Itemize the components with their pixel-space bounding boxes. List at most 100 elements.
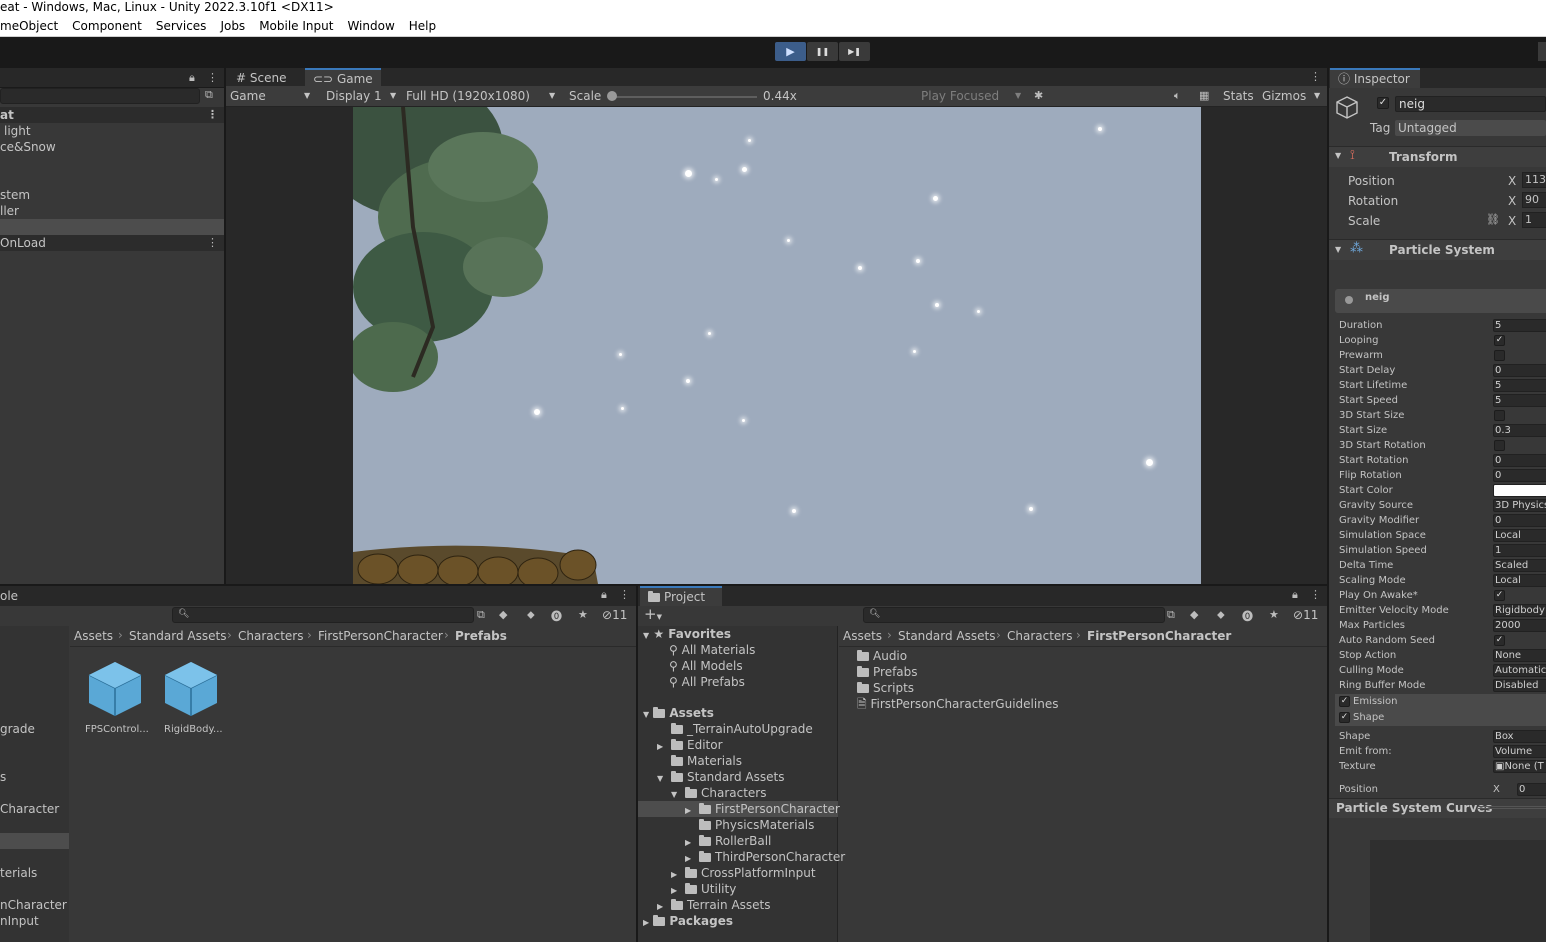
tab-scene[interactable]: # Scene: [228, 68, 294, 88]
prefab-asset-fpscontroller[interactable]: [87, 660, 143, 718]
active-checkbox[interactable]: ✓: [1377, 97, 1389, 109]
favorite-item[interactable]: ⚲ All Models: [669, 658, 743, 674]
warning-icon[interactable]: ⓿: [551, 608, 562, 624]
menu-item[interactable]: Component: [72, 19, 142, 33]
property-value[interactable]: 0: [1493, 469, 1546, 482]
favorite-item[interactable]: ⚲ All Prefabs: [669, 674, 745, 690]
hierarchy-item[interactable]: light: [4, 123, 31, 139]
folder-item[interactable]: Audio: [857, 648, 907, 664]
hidden-count[interactable]: ⊘11: [602, 607, 627, 623]
audio-icon[interactable]: 🔈︎: [1174, 89, 1181, 103]
foldout-arrow-icon[interactable]: ▼: [1335, 245, 1341, 254]
scale-x-field[interactable]: 1: [1522, 212, 1546, 228]
property-value[interactable]: 2000: [1493, 619, 1546, 632]
emission-checkbox[interactable]: ✓: [1339, 696, 1350, 707]
property-value[interactable]: Automatic: [1493, 664, 1546, 677]
curves-graph[interactable]: [1370, 840, 1546, 942]
filter-type-icon[interactable]: ◆: [1190, 608, 1198, 621]
lock-icon[interactable]: 🔒︎: [601, 588, 607, 602]
breadcrumb-current[interactable]: Prefabs: [455, 628, 507, 644]
link-icon[interactable]: ⛓︎: [1486, 213, 1500, 226]
resolution-dropdown[interactable]: Full HD (1920x1080) ▼: [406, 88, 558, 104]
display-dropdown[interactable]: Display 1 ▼: [326, 88, 398, 104]
star-icon[interactable]: ★: [578, 608, 588, 621]
project-tree-item[interactable]: ▶ CrossPlatformInput: [638, 865, 838, 881]
shape-type-dropdown[interactable]: Box: [1493, 730, 1546, 743]
filter-scene-icon[interactable]: ⧉: [1167, 608, 1175, 622]
grid-icon[interactable]: ▦: [1199, 89, 1209, 102]
emit-from-dropdown[interactable]: Volume: [1493, 745, 1546, 758]
hierarchy-dontdestroy-row[interactable]: OnLoad ⋮: [0, 235, 224, 251]
property-value[interactable]: None: [1493, 649, 1546, 662]
property-checkbox[interactable]: [1494, 350, 1505, 361]
position-x-field[interactable]: 113: [1522, 172, 1546, 188]
property-value[interactable]: 0: [1493, 514, 1546, 527]
project-tree-item[interactable]: ▶ RollerBall: [638, 833, 838, 849]
star-icon[interactable]: ★: [1269, 608, 1279, 621]
property-value[interactable]: Local: [1493, 529, 1546, 542]
project-tree-item[interactable]: ▶ Utility: [638, 881, 838, 897]
texture-field[interactable]: ▣None (T: [1493, 760, 1546, 773]
breadcrumb-item[interactable]: Standard Assets: [129, 628, 226, 644]
tab-inspector[interactable]: ⓘ Inspector: [1330, 68, 1420, 88]
menu-item[interactable]: Mobile Input: [259, 19, 333, 33]
label-icon[interactable]: ⬥: [1217, 608, 1225, 622]
breadcrumb-item[interactable]: FirstPersonCharacter: [318, 628, 443, 644]
property-checkbox[interactable]: ✓: [1494, 590, 1505, 601]
menu-item[interactable]: Help: [409, 19, 436, 33]
bug-icon[interactable]: ✱: [1034, 89, 1043, 102]
breadcrumb-item[interactable]: Standard Assets: [898, 628, 995, 644]
project-tree-item[interactable]: ▶ Terrain Assets: [638, 897, 838, 913]
breadcrumb-item[interactable]: Assets: [74, 628, 113, 644]
file-item[interactable]: 🗎︎ FirstPersonCharacterGuidelines: [857, 696, 1058, 712]
breadcrumb-item[interactable]: Characters: [238, 628, 304, 644]
menu-item[interactable]: Jobs: [220, 19, 245, 33]
more-icon[interactable]: ⋮: [207, 235, 218, 251]
color-swatch[interactable]: [1493, 484, 1546, 497]
tree-item[interactable]: nCharacter: [0, 897, 67, 913]
assets-root[interactable]: ▼ Assets: [643, 705, 714, 721]
property-checkbox[interactable]: ✓: [1494, 335, 1505, 346]
property-value[interactable]: 3D Physics: [1493, 499, 1546, 512]
tab-game[interactable]: ⊂⊃ Game: [305, 68, 381, 88]
property-value[interactable]: 0: [1493, 364, 1546, 377]
tab-project[interactable]: Project: [640, 586, 722, 606]
breadcrumb-current[interactable]: FirstPersonCharacter: [1087, 628, 1231, 644]
property-value[interactable]: 5: [1493, 379, 1546, 392]
step-button[interactable]: ▶❚: [839, 42, 870, 61]
more-icon[interactable]: ⋮: [207, 71, 218, 84]
tree-item-selected[interactable]: [0, 833, 69, 849]
filter-scene-icon[interactable]: ⧉: [477, 608, 485, 622]
hierarchy-scene-row[interactable]: at ⋮: [0, 107, 224, 123]
more-icon[interactable]: ⋮: [619, 588, 630, 601]
tree-item[interactable]: nInput: [0, 913, 39, 929]
tree-item[interactable]: grade: [0, 721, 35, 737]
project-tree-item[interactable]: ▼ Characters: [638, 785, 838, 801]
game-viewport[interactable]: [353, 107, 1201, 584]
property-value[interactable]: 5: [1493, 394, 1546, 407]
tree-item[interactable]: s: [0, 769, 6, 785]
scene-search-icon[interactable]: ⧉: [205, 88, 213, 102]
folder-item[interactable]: Scripts: [857, 680, 914, 696]
prefab-asset-rigidbody[interactable]: [163, 660, 219, 718]
shape-position-x-field[interactable]: 0: [1517, 783, 1546, 796]
shape-checkbox[interactable]: ✓: [1339, 712, 1350, 723]
more-icon[interactable]: ⋮: [1310, 588, 1321, 601]
tree-item[interactable]: Character: [0, 801, 59, 817]
folder-item[interactable]: Prefabs: [857, 664, 918, 680]
menu-item[interactable]: meObject: [0, 19, 58, 33]
menu-item[interactable]: Window: [347, 19, 394, 33]
label-icon[interactable]: ⬥: [527, 608, 535, 622]
project-tree-item[interactable]: ▶ ThirdPersonCharacter: [638, 849, 845, 865]
lock-icon[interactable]: 🔒︎: [1292, 588, 1298, 602]
property-checkbox[interactable]: ✓: [1494, 635, 1505, 646]
foldout-arrow-icon[interactable]: ▼: [1335, 151, 1341, 160]
property-checkbox[interactable]: [1494, 410, 1505, 421]
hierarchy-search[interactable]: [0, 88, 200, 104]
gizmos-dropdown[interactable]: Gizmos ▼: [1262, 88, 1326, 104]
favorite-item[interactable]: ⚲ All Materials: [669, 642, 755, 658]
property-value[interactable]: Scaled: [1493, 559, 1546, 572]
breadcrumb-item[interactable]: Assets: [843, 628, 882, 644]
tag-dropdown[interactable]: Untagged: [1395, 120, 1546, 136]
hierarchy-item[interactable]: ller: [0, 203, 19, 219]
